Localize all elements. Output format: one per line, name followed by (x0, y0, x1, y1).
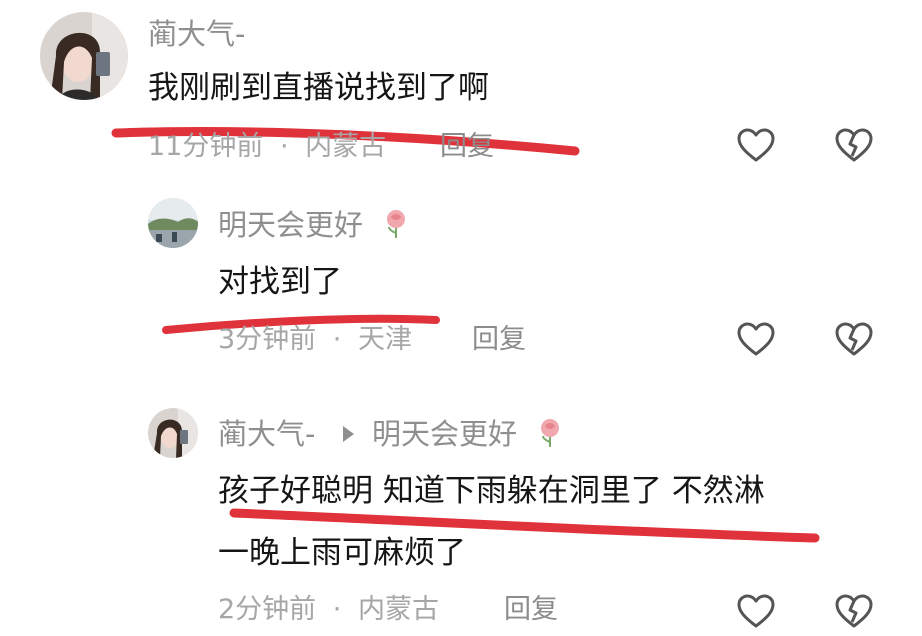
reply-arrow-icon (343, 426, 354, 442)
meta-separator: · (332, 594, 342, 625)
avatar[interactable] (148, 198, 198, 248)
comment-location: 天津 (357, 324, 412, 355)
comment-text: 对找到了 (218, 264, 342, 300)
reply-button[interactable]: 回复 (472, 323, 526, 357)
comment-text-line: 孩子好聪明 知道下雨躲在洞里了 不然淋 (218, 473, 765, 509)
like-button[interactable] (736, 126, 776, 166)
meta-separator: · (279, 131, 289, 162)
broken-heart-icon (835, 594, 873, 628)
avatar[interactable] (148, 408, 198, 458)
comment-time: 11分钟前 (148, 131, 264, 162)
comment-text-line: 一晚上雨可麻烦了 (218, 535, 466, 571)
comment-meta: 3分钟前 · 天津 (218, 323, 412, 357)
comment-location: 内蒙古 (357, 594, 439, 625)
rose-icon (537, 418, 563, 448)
dislike-button[interactable] (834, 320, 874, 360)
username-text[interactable]: 蔺大气- (218, 417, 315, 451)
comment-time: 3分钟前 (218, 324, 317, 355)
heart-icon (737, 322, 775, 356)
like-button[interactable] (736, 320, 776, 360)
broken-heart-icon (835, 322, 873, 356)
comment-meta: 2分钟前 · 内蒙古 (218, 593, 439, 627)
reply-to-username[interactable]: 明天会更好 (372, 416, 517, 452)
comment-location: 内蒙古 (305, 131, 387, 162)
rose-icon (383, 209, 409, 239)
username-text[interactable]: 明天会更好 (218, 208, 363, 242)
broken-heart-icon (835, 128, 873, 162)
reply-button[interactable]: 回复 (504, 593, 558, 627)
username: 蔺大气- (218, 416, 315, 452)
dislike-button[interactable] (834, 126, 874, 166)
dislike-button[interactable] (834, 592, 874, 632)
username: 明天会更好 (218, 207, 363, 243)
meta-separator: · (332, 324, 342, 355)
heart-icon (737, 594, 775, 628)
comment-text: 我刚刷到直播说找到了啊 (148, 70, 489, 106)
comment-meta: 11分钟前 · 内蒙古 (148, 130, 386, 164)
comment-time: 2分钟前 (218, 594, 317, 625)
avatar[interactable] (40, 12, 128, 100)
reply-button[interactable]: 回复 (440, 130, 494, 164)
heart-icon (737, 128, 775, 162)
username[interactable]: 蔺大气- (148, 16, 245, 52)
like-button[interactable] (736, 592, 776, 632)
